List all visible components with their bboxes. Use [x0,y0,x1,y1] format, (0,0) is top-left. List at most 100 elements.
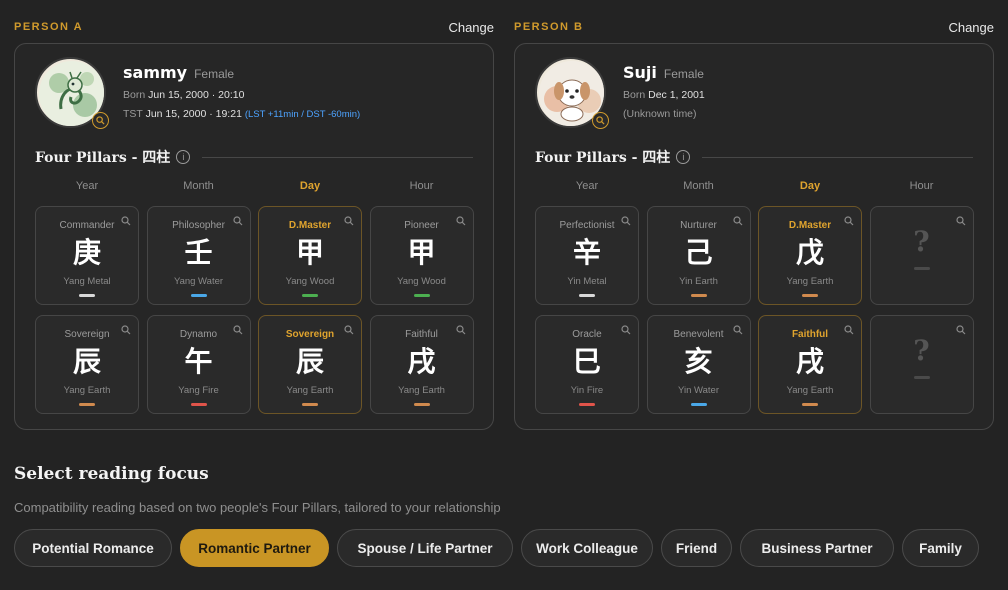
pillar-cell[interactable]: Commander 庚 Yang Metal [35,206,139,305]
element-color-bar [690,403,707,406]
pillar-glyph: 戊 [795,236,824,269]
person-a-card: sammy Female Born Jun 15, 2000 · 20:10 T… [14,43,494,430]
col-month: Month [183,180,214,192]
pillar-glyph: 甲 [295,236,324,269]
pillar-cell[interactable]: Faithful 戌 Yang Earth [758,315,862,414]
search-icon[interactable] [344,213,354,231]
pillar-glyph: 戌 [795,345,824,378]
col-hour: Hour [909,180,934,192]
born-label: Born [123,89,146,101]
pillar-glyph: 亥 [684,345,713,378]
element-color-bar [413,403,430,406]
pillar-element: Yang Wood [285,276,335,287]
search-icon[interactable] [121,213,131,231]
info-icon[interactable]: i [676,150,691,164]
person-gender: Female [194,67,235,81]
search-icon[interactable] [344,322,354,340]
focus-chip-work-colleague[interactable]: Work Colleague [521,529,653,567]
focus-chip-group: Potential Romance Romantic Partner Spouse … [14,529,979,567]
search-icon[interactable] [844,322,854,340]
change-person-a-button[interactable]: Change [448,20,494,35]
col-hour: Hour [409,180,434,192]
element-color-bar [302,403,318,406]
element-color-bar [79,294,95,297]
time-line: (Unknown time) [623,108,705,120]
pillar-glyph: 壬 [184,236,213,269]
pillar-column-labels: Year Month Day Hour [35,180,474,192]
pillar-element: Yang Wood [397,276,446,287]
born-value: Jun 15, 2000 · 20:10 [148,89,245,101]
pillar-glyph: 己 [684,236,713,269]
search-icon[interactable] [844,213,854,231]
search-icon[interactable] [955,322,966,340]
focus-chip-romantic-partner[interactable]: Romantic Partner [180,529,329,567]
avatar-zoom-badge[interactable] [92,112,109,129]
pillar-element: Yang Earth [398,385,445,396]
focus-chip-friend[interactable]: Friend [661,529,732,567]
col-year: Year [575,180,599,192]
search-icon[interactable] [621,213,631,231]
pillar-element: Yang Metal [63,276,111,287]
tst-label: TST [123,108,143,120]
search-icon[interactable] [455,213,466,231]
search-icon[interactable] [955,213,966,231]
focus-chip-business-partner[interactable]: Business Partner [740,529,894,567]
change-person-b-button[interactable]: Change [948,20,994,35]
pillar-cell[interactable]: Faithful 戌 Yang Earth [369,315,474,414]
pillar-glyph: 戌 [407,345,436,378]
element-color-bar [913,376,930,379]
search-icon[interactable] [732,213,743,231]
person-info: sammy Female Born Jun 15, 2000 · 20:10 T… [123,63,360,120]
pillar-cell[interactable]: Dynamo 午 Yang Fire [146,315,251,414]
pillar-element: Yang Earth [63,385,111,396]
element-color-bar [579,294,595,297]
person-tag: PERSON A [14,21,84,33]
pillar-cell[interactable]: ? [869,315,974,414]
pillar-glyph: 辛 [572,236,601,269]
pillar-cell[interactable]: Perfectionist 辛 Yin Metal [535,206,639,305]
unknown-time: (Unknown time) [623,108,697,120]
search-icon [596,116,605,125]
person-name: Suji [623,63,657,82]
element-color-bar [302,294,318,297]
search-icon[interactable] [455,322,466,340]
pillar-cell[interactable]: Sovereign 辰 Yang Earth [35,315,139,414]
pillar-cell[interactable]: Oracle 巳 Yin Fire [535,315,639,414]
avatar-zoom-badge[interactable] [592,112,609,129]
tst-adjustment: (LST +11min / DST -60min) [244,109,361,120]
pillar-cell[interactable]: Nurturer 己 Yin Earth [646,206,751,305]
pillar-cell[interactable]: Pioneer 甲 Yang Wood [369,206,474,305]
born-line: Born Dec 1, 2001 [623,89,705,101]
person-b-panel: PERSON B Change Suji Female Born Dec 1, … [514,14,994,430]
person-tag: PERSON B [514,21,584,33]
search-icon[interactable] [621,322,631,340]
search-icon[interactable] [732,322,743,340]
pillar-cell[interactable]: D.Master 戊 Yang Earth [758,206,862,305]
pillar-cell[interactable]: D.Master 甲 Yang Wood [258,206,362,305]
pillar-cell[interactable]: Benevolent 亥 Yin Water [646,315,751,414]
pillar-glyph: 巳 [572,345,601,378]
born-line: Born Jun 15, 2000 · 20:10 [123,89,360,101]
tst-line: TST Jun 15, 2000 · 19:21 (LST +11min / D… [123,108,360,120]
search-icon[interactable] [232,213,243,231]
search-icon[interactable] [232,322,243,340]
pillar-element: Yang Earth [286,385,334,396]
col-day: Day [299,180,321,192]
focus-chip-potential-romance[interactable]: Potential Romance [14,529,172,567]
four-pillars-title: Four Pillars - 四柱 [35,150,171,166]
element-color-bar [579,403,595,406]
pillar-cell[interactable]: Philosopher 壬 Yang Water [146,206,251,305]
info-icon[interactable]: i [176,150,191,164]
pillar-column-labels: Year Month Day Hour [535,180,974,192]
pillar-cell[interactable]: ? [869,206,974,305]
four-pillars-heading: Four Pillars - 四柱 i [535,147,973,167]
focus-chip-spouse-life-partner[interactable]: Spouse / Life Partner [337,529,513,567]
search-icon[interactable] [121,322,131,340]
pillar-glyph: 庚 [72,236,101,269]
pillar-element: Yin Earth [679,276,718,287]
pillar-cell[interactable]: Sovereign 辰 Yang Earth [258,315,362,414]
pillar-element: Yang Water [173,276,224,287]
focus-chip-family[interactable]: Family [902,529,979,567]
person-a-header: PERSON A Change [14,14,494,40]
tst-value: Jun 15, 2000 · 19:21 [145,108,242,120]
